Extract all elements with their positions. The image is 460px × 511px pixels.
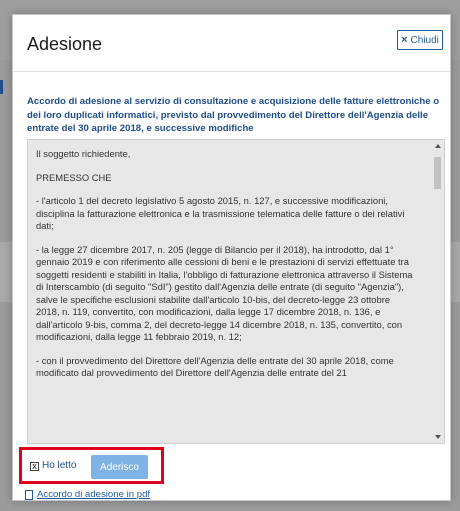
agreement-text-area[interactable]: Il soggetto richiedente, PREMESSO CHE - … [27, 139, 445, 444]
agreement-paragraph: - l'articolo 1 del decreto legislativo 5… [36, 195, 405, 231]
scrollbar[interactable] [431, 140, 444, 443]
scroll-thumb[interactable] [434, 157, 441, 189]
accept-highlight-box: x Ho letto Aderisco [19, 447, 164, 484]
ho-letto-label[interactable]: Ho letto [42, 460, 76, 471]
modal-header: Adesione × Chiudi [13, 15, 450, 72]
pdf-link-label[interactable]: Accordo di adesione in pdf [37, 489, 150, 500]
document-icon [25, 489, 33, 500]
close-button[interactable]: × Chiudi [397, 30, 443, 50]
agreement-paragraph: PREMESSO CHE [36, 171, 112, 183]
agreement-paragraph: - con il provvedimento del Direttore del… [36, 354, 394, 379]
close-label: Chiudi [410, 34, 439, 46]
ho-letto-checkbox[interactable]: x [30, 462, 39, 471]
agreement-paragraph: Il soggetto richiedente, [36, 148, 131, 159]
agreement-paragraph: - la legge 27 dicembre 2017, n. 205 (leg… [36, 243, 413, 343]
close-icon: × [401, 34, 408, 46]
agreement-heading: Accordo di adesione al servizio di consu… [27, 96, 440, 134]
aderisco-button[interactable]: Aderisco [91, 455, 148, 479]
adesione-modal: Adesione × Chiudi Accordo di adesione al… [12, 14, 451, 501]
background-accent [0, 80, 3, 94]
pdf-link[interactable]: Accordo di adesione in pdf [25, 489, 150, 500]
agreement-text: Il soggetto richiedente, PREMESSO CHE - … [36, 148, 416, 391]
scroll-down-arrow-icon[interactable] [435, 435, 441, 439]
scroll-up-arrow-icon[interactable] [435, 144, 441, 148]
modal-title: Adesione [27, 34, 103, 54]
